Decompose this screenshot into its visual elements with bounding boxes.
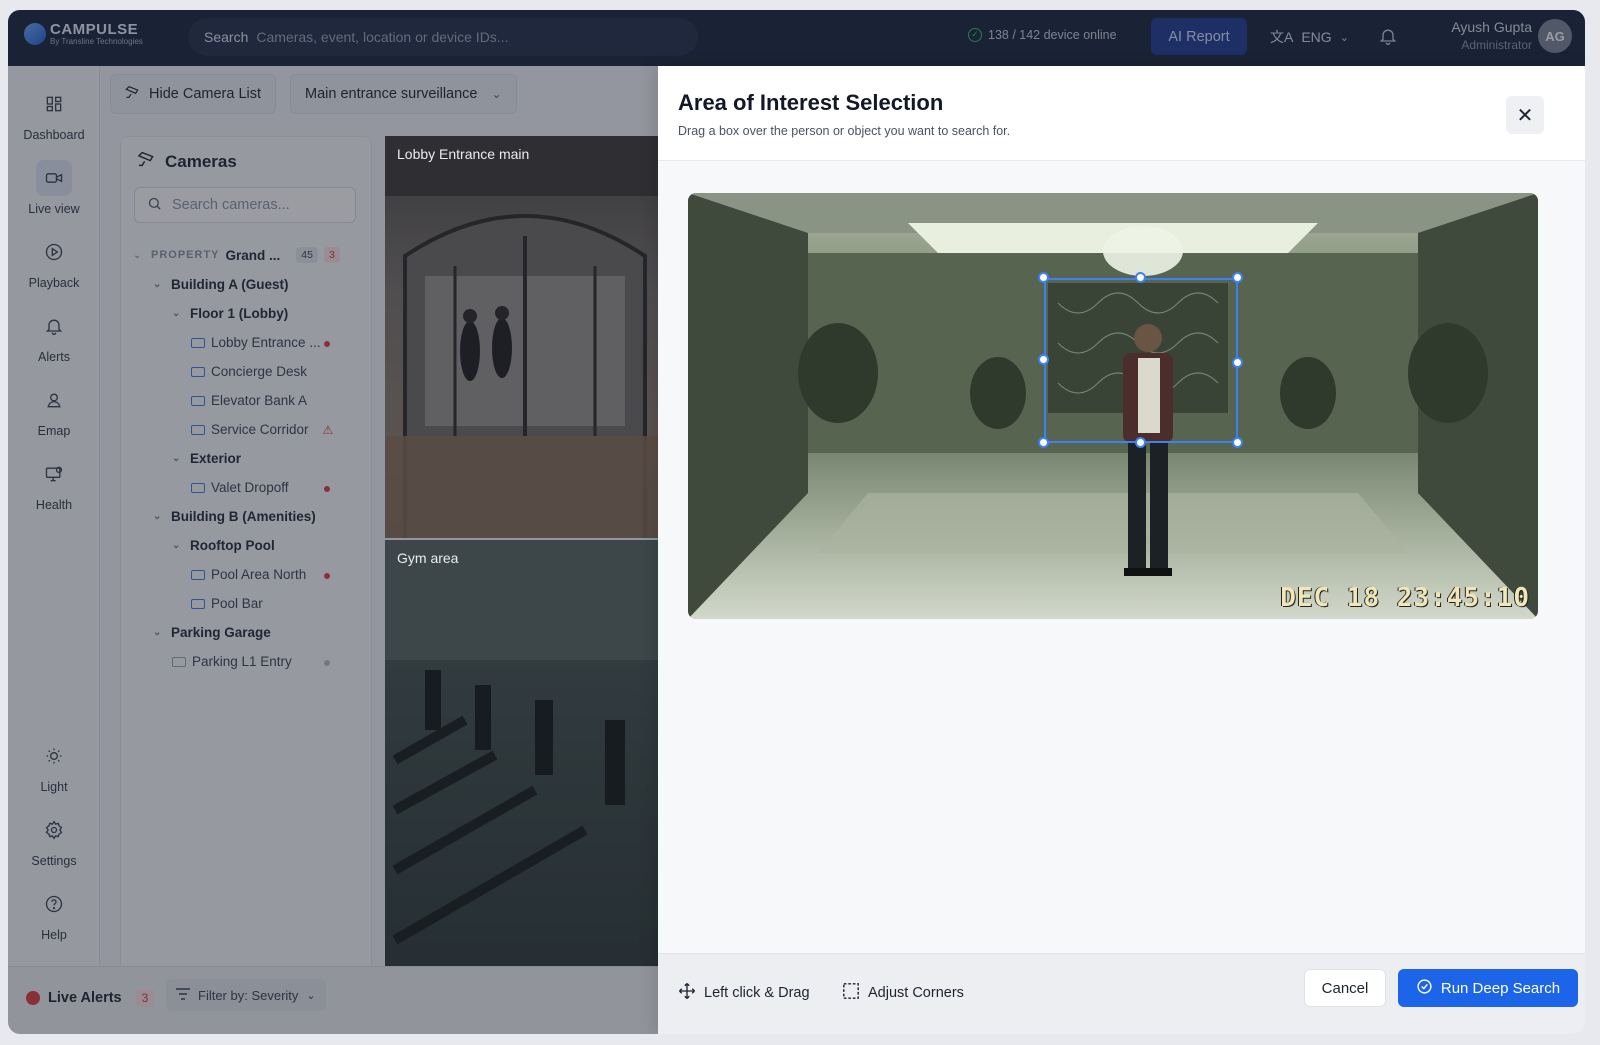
roi-handle-bottom[interactable] — [1135, 437, 1146, 448]
roi-handle-right[interactable] — [1232, 357, 1243, 368]
cancel-button[interactable]: Cancel — [1304, 969, 1386, 1007]
move-icon — [678, 982, 696, 1004]
run-deep-search-button[interactable]: Run Deep Search — [1398, 969, 1578, 1007]
roi-handle-top-right[interactable] — [1232, 272, 1243, 283]
roi-handle-top[interactable] — [1135, 272, 1146, 283]
roi-handle-left[interactable] — [1038, 354, 1049, 365]
dashed-square-icon — [842, 982, 860, 1004]
close-icon[interactable]: ✕ — [1506, 96, 1544, 134]
roi-handle-bottom-right[interactable] — [1232, 437, 1243, 448]
frame-timestamp: DEC 18 23:45:10 — [1280, 583, 1530, 613]
feed-label: Lobby Entrance main — [397, 146, 530, 162]
modal-body: DEC 18 23:45:10 — [658, 161, 1585, 953]
check-circle-icon — [1416, 978, 1433, 999]
modal-footer: Left click & Drag Adjust Corners Cancel … — [658, 953, 1585, 1034]
adjust-corners-tool[interactable]: Adjust Corners — [842, 982, 964, 1004]
modal-subtitle: Drag a box over the person or object you… — [678, 124, 1011, 138]
run-deep-search-label: Run Deep Search — [1440, 979, 1561, 997]
modal-title: Area of Interest Selection — [678, 90, 944, 115]
roi-handle-top-left[interactable] — [1038, 272, 1049, 283]
app-window: CAMPULSE By Transline Technologies Searc… — [8, 10, 1585, 1034]
tool-corners-label: Adjust Corners — [868, 985, 964, 1001]
tool-drag-label: Left click & Drag — [704, 985, 810, 1001]
area-of-interest-modal: Area of Interest Selection Drag a box ov… — [658, 66, 1585, 1034]
selection-canvas[interactable]: DEC 18 23:45:10 — [688, 193, 1538, 619]
roi-handle-bottom-left[interactable] — [1038, 437, 1049, 448]
left-click-drag-tool[interactable]: Left click & Drag — [678, 982, 810, 1004]
feed-label: Gym area — [397, 550, 459, 566]
roi-selection-box[interactable] — [1044, 278, 1238, 443]
